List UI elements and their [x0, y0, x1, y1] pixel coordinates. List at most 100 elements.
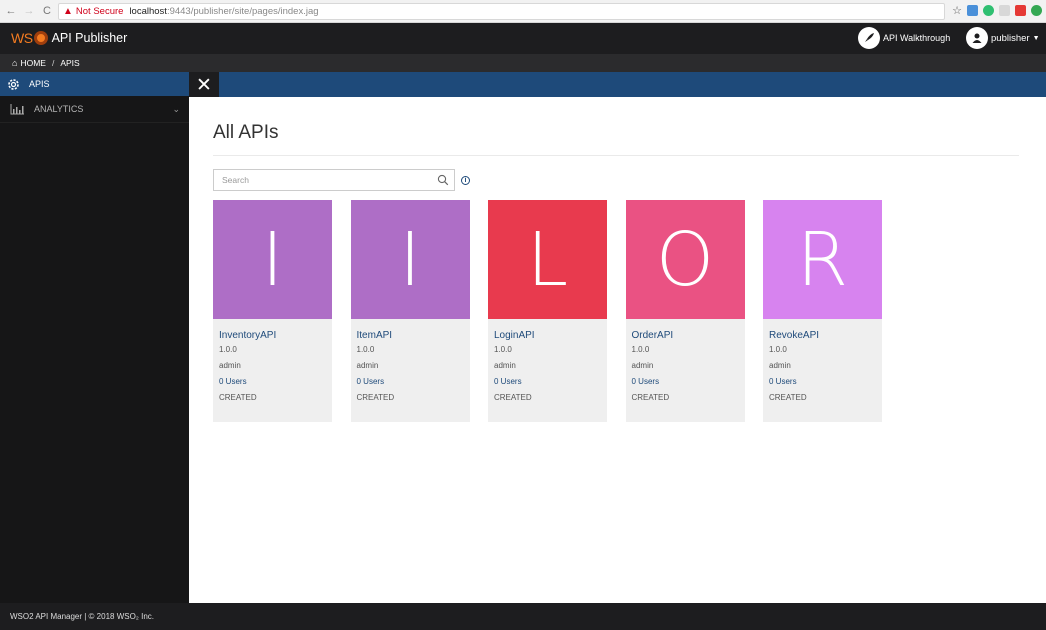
- security-warning[interactable]: ▲ Not Secure: [63, 6, 123, 17]
- breadcrumb: ⌂ HOME / APIS: [0, 54, 1046, 72]
- api-version: 1.0.0: [494, 345, 512, 354]
- api-users-link[interactable]: 0 Users: [769, 377, 876, 386]
- extension-icon[interactable]: [999, 5, 1010, 16]
- api-card[interactable]: O OrderAPI 1.0.0 admin 0 Users CREATED: [625, 200, 745, 422]
- warning-icon: ▲: [63, 6, 73, 17]
- logo-o2-icon: [33, 31, 48, 45]
- footer: WSO2 API Manager | © 2018 WSO₂ Inc.: [0, 603, 1046, 630]
- sidebar-item-apis[interactable]: APIS: [0, 72, 189, 96]
- app-title: API Publisher: [51, 31, 128, 45]
- caret-down-icon: ▼: [1032, 34, 1040, 42]
- api-users-link[interactable]: 0 Users: [494, 377, 601, 386]
- extension-icon[interactable]: [967, 5, 978, 16]
- search-icon[interactable]: [437, 174, 449, 186]
- logo-wso: WS: [11, 30, 33, 46]
- footer-copyright: WSO2 API Manager | © 2018 WSO₂ Inc.: [10, 612, 155, 621]
- breadcrumb-current: APIS: [60, 58, 80, 68]
- breadcrumb-separator: /: [51, 58, 55, 68]
- analytics-chart-icon: [10, 103, 25, 115]
- reload-icon[interactable]: C: [40, 4, 54, 18]
- api-thumbnail[interactable]: R: [763, 200, 882, 319]
- api-name-link[interactable]: InventoryAPI: [219, 330, 326, 341]
- api-card-details: RevokeAPI 1.0.0 admin 0 Users CREATED: [763, 319, 882, 422]
- address-bar[interactable]: ▲ Not Secure localhost:9443/publisher/si…: [58, 3, 945, 20]
- close-sidebar-button[interactable]: ✕: [189, 72, 219, 97]
- api-name-link[interactable]: ItemAPI: [357, 330, 464, 341]
- api-status: CREATED: [494, 393, 532, 402]
- api-card[interactable]: R RevokeAPI 1.0.0 admin 0 Users CREATED: [763, 200, 882, 422]
- api-thumbnail-letter: O: [655, 216, 715, 303]
- sidebar-item-analytics[interactable]: ANALYTICS ⌄: [0, 96, 189, 123]
- api-version: 1.0.0: [356, 345, 375, 354]
- api-card-details: OrderAPI 1.0.0 admin 0 Users CREATED: [625, 319, 745, 422]
- user-avatar-icon: [966, 27, 988, 49]
- api-owner: admin: [494, 361, 516, 370]
- api-thumbnail-letter: I: [399, 216, 421, 303]
- username-label: publisher: [991, 32, 1030, 44]
- main-content: All APIs i I InventoryAPI 1.0.0 admin 0 …: [189, 97, 1046, 603]
- app-header: WS API Publisher API Walkthrough publish…: [0, 23, 1046, 54]
- api-card-details: ItemAPI 1.0.0 admin 0 Users CREATED: [350, 319, 470, 422]
- api-thumbnail[interactable]: L: [488, 200, 607, 319]
- api-version: 1.0.0: [219, 345, 237, 354]
- api-name-link[interactable]: RevokeAPI: [769, 330, 876, 341]
- security-warning-label: Not Secure: [75, 6, 124, 17]
- home-icon[interactable]: ⌂: [12, 58, 17, 68]
- api-card-details: LoginAPI 1.0.0 admin 0 Users CREATED: [488, 319, 607, 422]
- browser-toolbar: ← → C ▲ Not Secure localhost:9443/publis…: [0, 0, 1046, 23]
- api-thumbnail-letter: I: [261, 216, 284, 303]
- api-name-link[interactable]: OrderAPI: [632, 330, 739, 341]
- sidebar-item-label: APIS: [29, 79, 50, 89]
- content-header-strip: ✕: [189, 72, 1046, 97]
- chevron-down-icon: ⌄: [172, 104, 180, 114]
- extension-icon[interactable]: [1031, 5, 1042, 16]
- api-name-link[interactable]: LoginAPI: [494, 330, 601, 341]
- search-box: [213, 169, 455, 191]
- forward-icon[interactable]: →: [22, 4, 36, 18]
- bookmark-star-icon[interactable]: ☆: [952, 4, 962, 17]
- api-thumbnail-letter: L: [526, 216, 569, 303]
- api-card-details: InventoryAPI 1.0.0 admin 0 Users CREATED: [213, 319, 332, 422]
- api-status: CREATED: [631, 393, 670, 402]
- api-owner: admin: [219, 361, 241, 370]
- user-menu[interactable]: publisher ▼: [966, 27, 1040, 49]
- api-users-link[interactable]: 0 Users: [219, 377, 326, 386]
- wso2-logo[interactable]: WS API Publisher: [11, 30, 127, 46]
- api-thumbnail[interactable]: I: [213, 200, 332, 319]
- api-card[interactable]: I ItemAPI 1.0.0 admin 0 Users CREATED: [350, 200, 470, 422]
- close-icon: ✕: [196, 73, 212, 96]
- api-owner: admin: [769, 361, 791, 370]
- api-thumbnail-letter: R: [796, 216, 849, 303]
- page-title: All APIs: [213, 122, 279, 143]
- api-card[interactable]: I InventoryAPI 1.0.0 admin 0 Users CREAT…: [213, 200, 332, 422]
- url-host: localhost: [129, 6, 167, 17]
- api-owner: admin: [631, 361, 654, 370]
- search-input[interactable]: [222, 175, 432, 185]
- api-version: 1.0.0: [769, 345, 787, 354]
- extension-icon[interactable]: [983, 5, 994, 16]
- api-status: CREATED: [356, 393, 395, 402]
- sidebar: APIS ANALYTICS ⌄: [0, 72, 189, 603]
- title-divider: [213, 155, 1019, 156]
- url-path: :9443/publisher/site/pages/index.jag: [166, 6, 319, 17]
- extension-icon[interactable]: [1015, 5, 1026, 16]
- api-cards-grid: I InventoryAPI 1.0.0 admin 0 Users CREAT…: [213, 200, 901, 422]
- api-users-link[interactable]: 0 Users: [632, 377, 739, 386]
- extensions-area: ☆: [952, 4, 1042, 17]
- api-status: CREATED: [769, 393, 807, 402]
- api-version: 1.0.0: [631, 345, 650, 354]
- api-owner: admin: [356, 361, 379, 370]
- api-walkthrough-label: API Walkthrough: [883, 33, 951, 43]
- sidebar-item-label: ANALYTICS: [34, 104, 84, 114]
- gear-icon: [7, 78, 20, 91]
- back-icon[interactable]: ←: [4, 4, 18, 18]
- api-users-link[interactable]: 0 Users: [357, 377, 464, 386]
- api-status: CREATED: [219, 393, 257, 402]
- info-icon[interactable]: i: [461, 176, 470, 185]
- rocket-icon: [858, 27, 880, 49]
- api-card[interactable]: L LoginAPI 1.0.0 admin 0 Users CREATED: [488, 200, 607, 422]
- api-thumbnail[interactable]: I: [350, 200, 470, 319]
- breadcrumb-home[interactable]: HOME: [20, 58, 46, 68]
- api-walkthrough-button[interactable]: API Walkthrough: [858, 27, 950, 49]
- api-thumbnail[interactable]: O: [625, 200, 745, 319]
